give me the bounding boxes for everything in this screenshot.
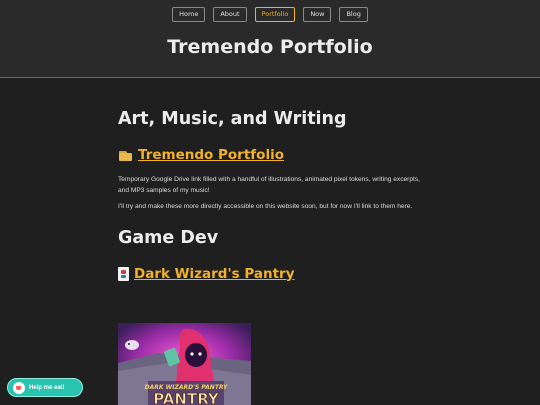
nav-now[interactable]: Now	[303, 7, 332, 22]
section-heading-gamedev: Game Dev	[118, 227, 219, 248]
art-note: I'll try and make these more directly ac…	[118, 203, 413, 210]
portfolio-drive-link[interactable]: Tremendo Portfolio	[138, 147, 284, 163]
nav-blog[interactable]: Blog	[339, 7, 368, 22]
site-header: Home About Portfolio Now Blog Tremendo P…	[0, 0, 540, 78]
coffee-cup-icon	[13, 381, 25, 394]
portfolio-link-heading: Tremendo Portfolio	[118, 147, 428, 163]
kofi-support-button[interactable]: Help me eat!	[7, 378, 83, 397]
svg-text:PANTRY: PANTRY	[153, 390, 220, 405]
art-description: Temporary Google Drive link filled with …	[118, 176, 420, 194]
kofi-label: Help me eat!	[29, 384, 65, 391]
game-link-heading: Dark Wizard's Pantry	[118, 266, 428, 282]
nav-about[interactable]: About	[213, 7, 247, 22]
dark-wizards-pantry-image[interactable]: DARK WIZARD'S PANTRY PANTRY	[118, 323, 251, 405]
nav-home[interactable]: Home	[172, 7, 206, 22]
dark-wizards-pantry-link[interactable]: Dark Wizard's Pantry	[134, 266, 295, 282]
section-heading-art: Art, Music, and Writing	[118, 109, 347, 129]
top-nav: Home About Portfolio Now Blog	[0, 7, 540, 22]
nav-portfolio[interactable]: Portfolio	[254, 7, 296, 22]
main-content: Art, Music, and Writing Tremendo Portfol…	[118, 108, 428, 282]
playing-card-icon	[118, 266, 129, 281]
folder-icon	[118, 149, 133, 162]
page-title: Tremendo Portfolio	[167, 36, 373, 58]
